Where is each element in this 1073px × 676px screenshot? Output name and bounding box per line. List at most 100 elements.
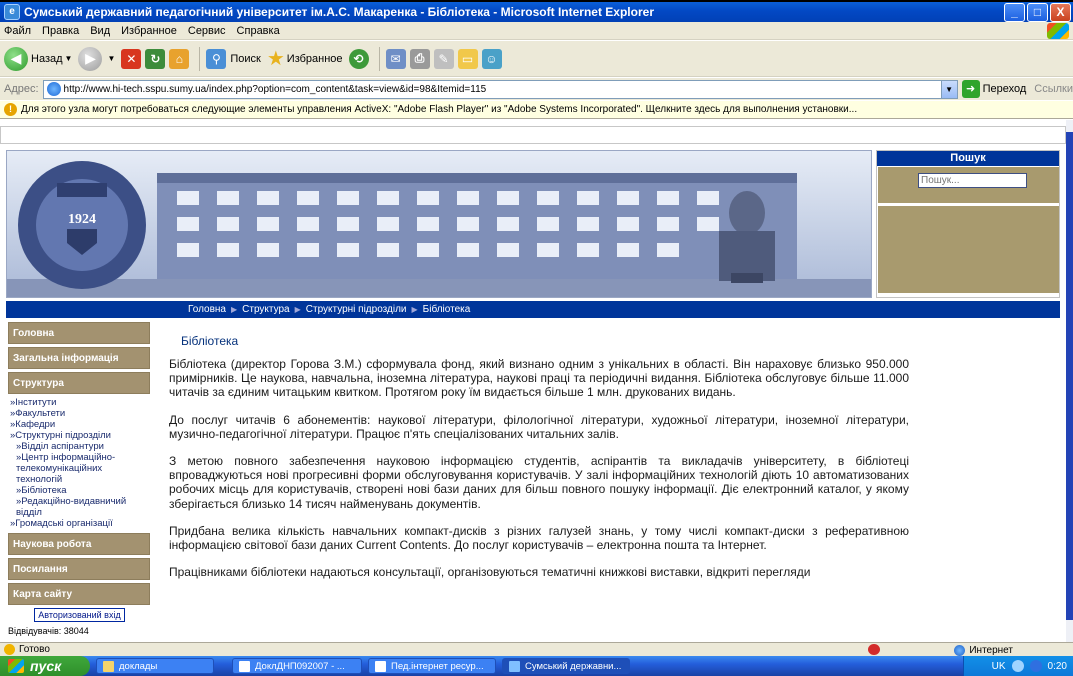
maximize-button[interactable]: □: [1027, 3, 1048, 22]
chevron-right-icon: ▶: [294, 305, 301, 314]
print-icon[interactable]: ⎙: [409, 48, 430, 69]
sidebar-item-links[interactable]: Посилання: [8, 558, 150, 580]
toolbar-separator: [199, 46, 201, 71]
folder-icon[interactable]: ▭: [457, 48, 478, 69]
popup-blocked-icon[interactable]: [868, 644, 880, 655]
status-text: Готово: [19, 644, 50, 655]
sidebar-link-publishing[interactable]: »Редакційно-видавничий відділ: [10, 496, 140, 518]
toolbar: ◀ Назад ▼ ▶ ▼ ✕ ↻ ⌂ ⚲ Поиск ★ Избранное …: [0, 41, 1073, 77]
vertical-scrollbar[interactable]: [1066, 120, 1073, 642]
sidebar-item-home[interactable]: Головна: [8, 322, 150, 344]
menu-help[interactable]: Справка: [237, 25, 280, 37]
edit-icon[interactable]: ✎: [433, 48, 454, 69]
links-button[interactable]: Ссылки: [1034, 83, 1073, 95]
menu-tools[interactable]: Сервис: [188, 25, 226, 37]
breadcrumb: Головна ▶ Структура ▶ Структурні підрозд…: [6, 301, 1060, 318]
start-button[interactable]: пуск: [0, 656, 90, 676]
favorites-button[interactable]: ★ Избранное: [267, 46, 343, 71]
chevron-down-icon: ▼: [64, 54, 73, 63]
content-paragraph: Працівниками бібліотеки надаються консул…: [169, 565, 811, 580]
content-paragraph: Бібліотека (директор Горова З.М.) сформу…: [169, 357, 909, 400]
sidebar-link-it-center[interactable]: »Центр інформаційно-телекомунікаційних т…: [10, 452, 140, 485]
favorites-label: Избранное: [286, 52, 343, 65]
sidebar-link-public-orgs[interactable]: »Громадські організації: [10, 518, 150, 529]
top-band: [0, 126, 1066, 144]
minimize-button[interactable]: _: [1004, 3, 1025, 22]
clock: 0:20: [1047, 660, 1067, 672]
forward-arrow-icon: ▶: [78, 46, 103, 71]
sidebar-link-institutes[interactable]: »Інститути: [10, 397, 150, 408]
sidebar-link-postgraduate[interactable]: »Відділ аспірантури: [10, 441, 150, 452]
go-button[interactable]: ➜ Переход: [961, 80, 1027, 98]
sidebar-link-subdivisions[interactable]: »Структурні підрозділи: [10, 430, 150, 441]
start-label: пуск: [30, 658, 62, 674]
folder-icon: [103, 660, 114, 672]
sidebar-item-structure[interactable]: Структура: [8, 372, 150, 394]
word-document-icon: [375, 660, 386, 672]
taskbar-item-label: доклады: [119, 660, 158, 672]
favorites-star-icon: ★: [266, 48, 285, 70]
title-bar: e Сумський державний педагогічний універ…: [0, 0, 1073, 22]
page-done-icon: [4, 644, 15, 655]
breadcrumb-structure[interactable]: Структура: [242, 304, 289, 315]
breadcrumb-home[interactable]: Головна: [188, 304, 226, 315]
home-icon[interactable]: ⌂: [169, 48, 190, 69]
sidebar-item-general-info[interactable]: Загальна інформація: [8, 347, 150, 369]
language-indicator[interactable]: UK: [992, 661, 1006, 672]
history-icon[interactable]: ⟲: [348, 48, 369, 69]
breadcrumb-subdivisions[interactable]: Структурні підрозділи: [306, 304, 407, 315]
windows-logo-icon: [1047, 23, 1069, 39]
activex-info-bar[interactable]: ! Для этого узла могут потребоваться сле…: [0, 101, 1073, 119]
mail-icon[interactable]: ✉: [385, 48, 406, 69]
content-paragraph: До послуг читачів 6 абонементів: науково…: [169, 412, 909, 441]
menu-file[interactable]: Файл: [4, 25, 31, 37]
sidebar-item-sitemap[interactable]: Карта сайту: [8, 583, 150, 605]
search-input[interactable]: [918, 173, 1027, 188]
close-button[interactable]: X: [1050, 3, 1071, 22]
back-arrow-icon: ◀: [4, 46, 28, 71]
address-input[interactable]: http://www.hi-tech.sspu.sumy.ua/index.ph…: [42, 79, 958, 99]
security-zone: Интернет: [954, 643, 1013, 657]
left-menu: Головна Загальна інформація Структура »І…: [8, 322, 150, 636]
taskbar-item-word-2[interactable]: Пед.інтернет ресур...: [368, 658, 496, 674]
sidebar-link-departments[interactable]: »Кафедри: [10, 419, 150, 430]
windows-flag-icon: [8, 659, 24, 673]
taskbar-item-ie[interactable]: Сумський державни...: [502, 658, 630, 674]
ie-icon: [509, 660, 520, 672]
search-button[interactable]: ⚲ Поиск: [206, 48, 261, 69]
network-icon[interactable]: [1011, 660, 1024, 672]
breadcrumb-library: Бібліотека: [422, 304, 471, 315]
back-button[interactable]: ◀ Назад ▼: [4, 46, 73, 71]
main-content: Бібліотека Бібліотека (директор Горова З…: [169, 334, 909, 592]
sidebar-link-library[interactable]: »Бібліотека: [10, 485, 150, 496]
taskbar-item-folder[interactable]: доклады: [96, 658, 214, 674]
page-viewport: 1924 Пошук Головна ▶ Структура ▶ Структу…: [0, 120, 1073, 642]
go-label: Переход: [982, 83, 1027, 95]
scrollbar-thumb[interactable]: [1066, 132, 1073, 620]
menu-view[interactable]: Вид: [90, 25, 110, 37]
taskbar-item-label: ДоклДНП092007 - ...: [255, 660, 345, 672]
menu-edit[interactable]: Правка: [42, 25, 79, 37]
address-dropdown-icon[interactable]: ▼: [940, 80, 957, 98]
back-label: Назад: [31, 52, 63, 65]
page-title: Бібліотека: [181, 334, 239, 348]
address-url[interactable]: http://www.hi-tech.sspu.sumy.ua/index.ph…: [64, 84, 941, 95]
login-button[interactable]: Авторизований вхід: [34, 608, 125, 622]
globe-icon: [954, 644, 966, 656]
sidebar-link-faculties[interactable]: »Факультети: [10, 408, 150, 419]
content-paragraph: Придбана велика кількість навчальних ком…: [169, 523, 909, 553]
search-lower-panel: [878, 206, 1059, 293]
taskbar-item-word-1[interactable]: ДоклДНП092007 - ...: [232, 658, 362, 674]
sidebar-item-research[interactable]: Наукова робота: [8, 533, 150, 555]
antivirus-icon[interactable]: [1029, 660, 1042, 672]
menu-favorites[interactable]: Избранное: [121, 25, 177, 37]
window-title: Сумський державний педагогічний універси…: [24, 5, 654, 19]
word-document-icon: [239, 660, 250, 672]
address-bar: Адрес: http://www.hi-tech.sspu.sumy.ua/i…: [0, 78, 1073, 100]
stop-icon[interactable]: ✕: [121, 48, 142, 69]
taskbar-item-label: Сумський державни...: [525, 660, 622, 672]
refresh-icon[interactable]: ↻: [145, 48, 166, 69]
system-tray: UK 0:20: [963, 656, 1073, 676]
messenger-icon[interactable]: ☺: [481, 48, 502, 69]
forward-button[interactable]: ▶ ▼: [78, 46, 115, 71]
